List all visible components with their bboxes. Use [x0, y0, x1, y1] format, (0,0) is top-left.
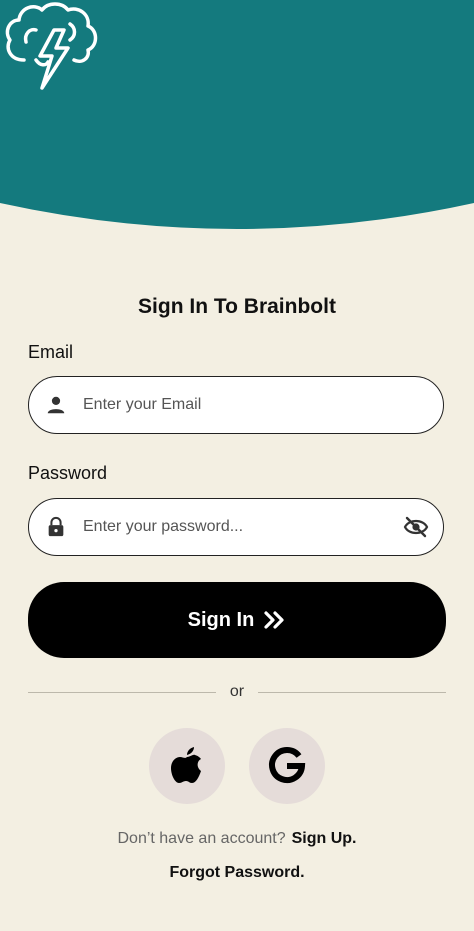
google-icon: [269, 747, 306, 784]
sign-up-link[interactable]: Sign Up.: [292, 830, 357, 847]
header-banner: [0, 0, 474, 240]
email-input[interactable]: [83, 377, 383, 433]
divider-right: [258, 692, 446, 693]
eye-off-icon[interactable]: [403, 515, 429, 539]
apple-icon: [171, 747, 201, 783]
lock-icon: [48, 516, 64, 537]
google-sign-in-button[interactable]: [249, 728, 325, 804]
apple-sign-in-button[interactable]: [149, 728, 225, 804]
password-field[interactable]: [28, 498, 444, 556]
brain-lightning-icon: [5, 2, 98, 90]
email-label: Email: [28, 342, 74, 362]
password-input[interactable]: [83, 499, 383, 555]
page-title: Sign In To Brainbolt: [138, 295, 336, 318]
sign-in-label: Sign In: [187, 608, 255, 631]
sign-in-button[interactable]: Sign In: [28, 582, 446, 658]
person-icon: [47, 396, 65, 414]
signup-prompt-text: Don’t have an account?: [117, 830, 286, 847]
double-chevron-right-icon: [264, 611, 284, 629]
forgot-password-link[interactable]: Forgot Password.: [0, 864, 474, 882]
password-label: Password: [28, 463, 108, 483]
email-field[interactable]: [28, 376, 444, 434]
signup-prompt: Don’t have an account? Sign Up.: [0, 830, 474, 848]
